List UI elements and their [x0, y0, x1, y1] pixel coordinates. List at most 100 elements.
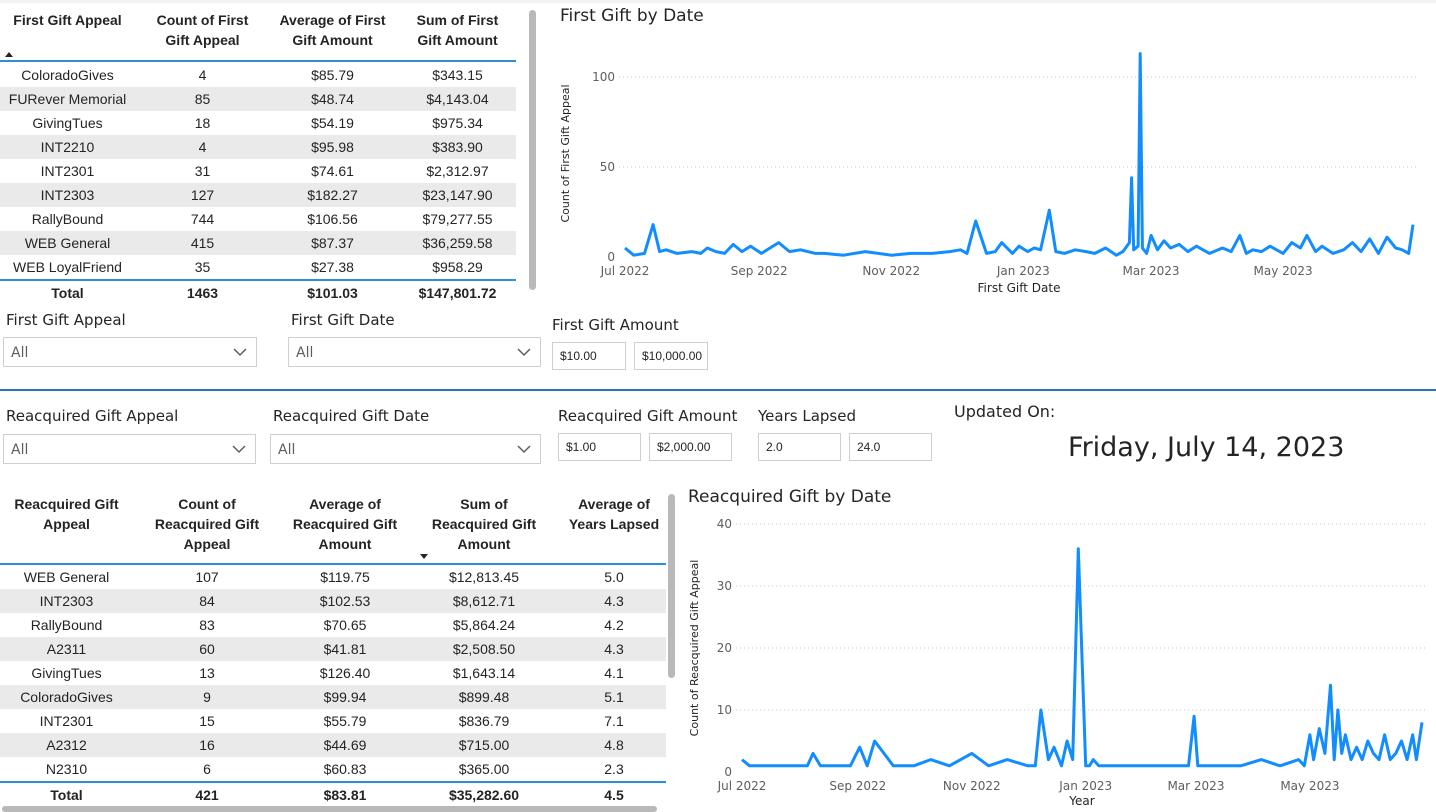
x-tick-label: Sep 2022	[731, 264, 788, 278]
section-divider	[0, 389, 1436, 391]
chevron-down-icon	[517, 348, 531, 357]
column-header[interactable]: Reacquired Gift Appeal	[0, 494, 133, 534]
years-lapsed-min-input[interactable]: 2.0	[758, 433, 841, 461]
table-cell: INT2303	[40, 187, 95, 203]
table-cell: $365.00	[458, 761, 510, 777]
column-header-line: Sum of	[460, 496, 508, 512]
table-cell: INT2303	[39, 593, 94, 609]
x-tick-label: Mar 2023	[1167, 779, 1224, 793]
years-lapsed-max-input[interactable]: 24.0	[849, 433, 932, 461]
first-amount-max-input[interactable]: $10,000.00	[634, 342, 708, 370]
table-row[interactable]: INT2303 127 $182.27 $23,147.90	[0, 183, 516, 207]
reacq-date-slicer-label: Reacquired Gift Date	[273, 407, 430, 425]
column-header-line: Amount	[318, 536, 372, 552]
x-axis-label: First Gift Date	[978, 281, 1061, 295]
column-header[interactable]: Sum of Reacquired Gift Amount	[415, 494, 553, 554]
reacq-amount-min-input[interactable]: $1.00	[558, 433, 641, 461]
column-header[interactable]: Sum of First Gift Amount	[395, 10, 520, 50]
table-cell: ColoradoGives	[21, 67, 114, 83]
reacquired-gift-table: Reacquired Gift Appeal Count of Reacquired …	[0, 492, 668, 808]
column-header-line: Years Lapsed	[568, 516, 660, 532]
column-header[interactable]: Average of Reacquired Gift Amount	[276, 494, 414, 554]
sort-descending-icon[interactable]	[420, 554, 428, 559]
table-row[interactable]: FURever Memorial 85 $48.74 $4,143.04	[0, 87, 516, 111]
total-cell: Total	[50, 787, 83, 803]
table-cell: $70.65	[323, 617, 367, 633]
table-cell: 18	[194, 115, 211, 131]
first-gift-table: First Gift Appeal Count of First Gift Appe…	[0, 8, 520, 301]
reacq-table-hscrollbar[interactable]	[2, 806, 657, 812]
reacq-appeal-dropdown[interactable]: All	[3, 434, 256, 464]
table-cell: $119.75	[320, 569, 370, 585]
column-header[interactable]: First Gift Appeal	[0, 10, 135, 30]
table-cell: $715.00	[458, 737, 510, 753]
first-amount-slicer-label: First Gift Amount	[552, 316, 679, 334]
table-cell: $36,259.58	[422, 235, 493, 251]
table-cell: $2,508.50	[452, 641, 516, 657]
table-cell: $79,277.55	[422, 211, 493, 227]
table-cell: 4	[198, 139, 207, 155]
table-row[interactable]: INT2210 4 $95.98 $383.90	[0, 135, 516, 159]
first-date-dropdown[interactable]: All	[288, 337, 541, 367]
table-cell: $4,143.04	[426, 91, 489, 107]
table-cell: RallyBound	[30, 617, 103, 633]
column-header[interactable]: Average of First Gift Amount	[265, 10, 400, 50]
column-header[interactable]: Average of Years Lapsed	[550, 494, 678, 534]
table-cell: $54.19	[311, 115, 354, 131]
table-cell: ColoradoGives	[20, 689, 113, 705]
table-row[interactable]: A2312 16 $44.69 $715.00 4.8	[0, 733, 666, 757]
y-tick-label: 20	[717, 641, 732, 655]
table-row[interactable]: WEB General 415 $87.37 $36,259.58	[0, 231, 516, 255]
table-cell: WEB LoyalFriend	[13, 259, 122, 275]
first-appeal-dropdown[interactable]: All	[3, 337, 257, 367]
table-row[interactable]: INT2301 31 $74.61 $2,312.97	[0, 159, 516, 183]
table-cell: GivingTues	[32, 115, 103, 131]
table-row[interactable]: WEB LoyalFriend 35 $27.38 $958.29	[0, 255, 516, 279]
table-cell: $343.15	[432, 67, 483, 83]
table-cell: 4.3	[604, 641, 624, 657]
table-cell: INT2301	[40, 163, 95, 179]
series-line	[624, 52, 1415, 257]
table-cell: 4.2	[604, 617, 624, 633]
table-cell: $8,612.71	[452, 593, 516, 609]
total-cell: 421	[195, 787, 219, 803]
table-row[interactable]: INT2303 84 $102.53 $8,612.71 4.3	[0, 589, 666, 613]
column-header-line: Appeal	[43, 516, 90, 532]
first-amount-min-input[interactable]: $10.00	[552, 342, 626, 370]
table-cell: $87.37	[311, 235, 354, 251]
table-cell: $85.79	[311, 67, 354, 83]
y-tick-label: 30	[717, 579, 732, 593]
table-row[interactable]: INT2301 15 $55.79 $836.79 7.1	[0, 709, 666, 733]
table-cell: 127	[190, 187, 215, 203]
table-cell: N2310	[45, 761, 88, 777]
sort-ascending-icon[interactable]	[5, 52, 13, 57]
table-row[interactable]: ColoradoGives 9 $99.94 $899.48 5.1	[0, 685, 666, 709]
table-row[interactable]: N2310 6 $60.83 $365.00 2.3	[0, 757, 666, 781]
column-header[interactable]: Count of First Gift Appeal	[135, 10, 270, 50]
x-tick-label: May 2023	[1254, 264, 1313, 278]
table-row[interactable]: WEB General 107 $119.75 $12,813.45 5.0	[0, 565, 666, 589]
table-row[interactable]: ColoradoGives 4 $85.79 $343.15	[0, 63, 516, 87]
table-cell: $95.98	[311, 139, 354, 155]
table-row[interactable]: GivingTues 13 $126.40 $1,643.14 4.1	[0, 661, 666, 685]
table-row[interactable]: RallyBound 83 $70.65 $5,864.24 4.2	[0, 613, 666, 637]
table-row[interactable]: GivingTues 18 $54.19 $975.34	[0, 111, 516, 135]
header-underline	[0, 60, 516, 62]
table-cell: $2,312.97	[426, 163, 489, 179]
reacq-amount-max-input[interactable]: $2,000.00	[649, 433, 732, 461]
table-row[interactable]: A2311 60 $41.81 $2,508.50 4.3	[0, 637, 666, 661]
table-cell: $182.27	[307, 187, 358, 203]
table-cell: 9	[203, 689, 211, 705]
x-tick-label: Mar 2023	[1123, 264, 1180, 278]
table-cell: 5.0	[604, 569, 624, 585]
table-cell: 7.1	[604, 713, 624, 729]
table-row[interactable]: RallyBound 744 $106.56 $79,277.55	[0, 207, 516, 231]
reacq-date-dropdown[interactable]: All	[270, 434, 541, 464]
first-date-value: All	[296, 345, 314, 361]
column-header-line: Average of	[578, 496, 650, 512]
table-cell: $48.74	[311, 91, 354, 107]
table-cell: RallyBound	[31, 211, 104, 227]
reacq-table-scrollbar[interactable]	[668, 494, 675, 678]
column-header[interactable]: Count of Reacquired Gift Appeal	[138, 494, 276, 554]
first-table-scrollbar[interactable]	[529, 10, 536, 290]
